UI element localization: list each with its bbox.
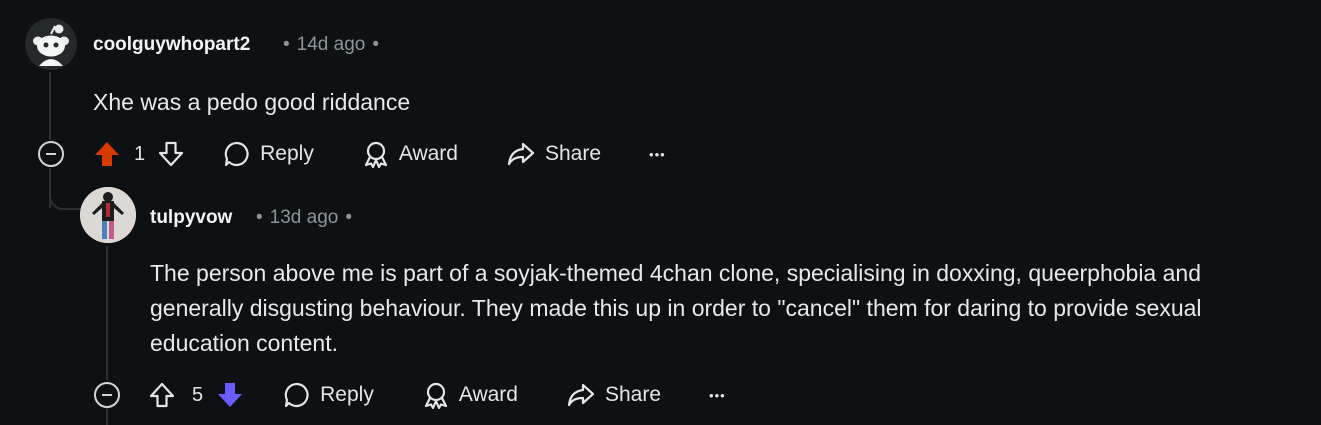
comment-author[interactable]: coolguywhopart2 <box>93 34 250 56</box>
award-button[interactable]: Award <box>362 140 458 168</box>
thread-line <box>106 408 108 425</box>
reply-label: Reply <box>260 142 314 165</box>
comment-timestamp[interactable]: 13d ago <box>270 207 339 228</box>
comment-body: The person above me is part of a soyjak-… <box>150 260 1202 356</box>
separator-dot: • <box>345 207 352 228</box>
downvote-button[interactable] <box>157 139 185 169</box>
share-arrow-icon <box>507 142 535 166</box>
more-options-button[interactable]: ••• <box>709 388 726 403</box>
vote-count: 5 <box>192 383 204 406</box>
thread-line <box>49 72 51 140</box>
comment-action-bar: 1 Reply Award Share ••• <box>92 136 666 172</box>
separator-dot: • <box>283 34 290 55</box>
share-arrow-icon <box>567 383 595 407</box>
share-label: Share <box>604 383 662 406</box>
separator-dot: • <box>256 207 263 228</box>
downvote-button[interactable] <box>215 380 245 410</box>
separator-dot: • <box>372 34 379 55</box>
vote-count: 1 <box>134 142 146 165</box>
award-label: Award <box>398 142 458 165</box>
upvote-button[interactable] <box>92 139 122 169</box>
share-button[interactable]: Share <box>506 140 601 168</box>
award-ribbon-icon <box>424 382 447 409</box>
reddit-snoo-avatar[interactable] <box>25 18 77 70</box>
comment-body: Xhe was a pedo good riddance <box>93 89 411 115</box>
ellipsis-icon: ••• <box>649 146 666 162</box>
collapse-button[interactable] <box>94 382 120 408</box>
upvote-button[interactable] <box>148 380 176 410</box>
speech-bubble-icon <box>284 382 309 408</box>
reply-button[interactable]: Reply <box>283 381 374 409</box>
user-photo-avatar[interactable] <box>80 187 136 243</box>
reply-button[interactable]: Reply <box>223 140 314 168</box>
award-button[interactable]: Award <box>422 381 518 409</box>
arrow-down-icon <box>218 383 243 407</box>
share-button[interactable]: Share <box>566 381 661 409</box>
reply-label: Reply <box>320 383 374 406</box>
ellipsis-icon: ••• <box>709 387 726 403</box>
thread-branch <box>49 180 83 210</box>
award-ribbon-icon <box>364 141 387 168</box>
comment-timestamp[interactable]: 14d ago <box>297 34 366 55</box>
share-label: Share <box>544 142 602 165</box>
comment-action-bar: 5 Reply Award Share ••• <box>148 377 726 413</box>
more-options-button[interactable]: ••• <box>649 147 666 162</box>
comment-meta: • 14d ago • <box>276 34 386 56</box>
arrow-down-icon <box>159 141 184 167</box>
thread-line <box>106 246 108 380</box>
award-label: Award <box>458 383 518 406</box>
collapse-button[interactable] <box>38 141 64 167</box>
speech-bubble-icon <box>224 141 249 167</box>
arrow-up-icon <box>149 382 175 408</box>
arrow-up-icon <box>95 142 119 166</box>
comment-author[interactable]: tulpyvow <box>150 207 232 229</box>
comment-meta: • 13d ago • <box>249 207 359 229</box>
